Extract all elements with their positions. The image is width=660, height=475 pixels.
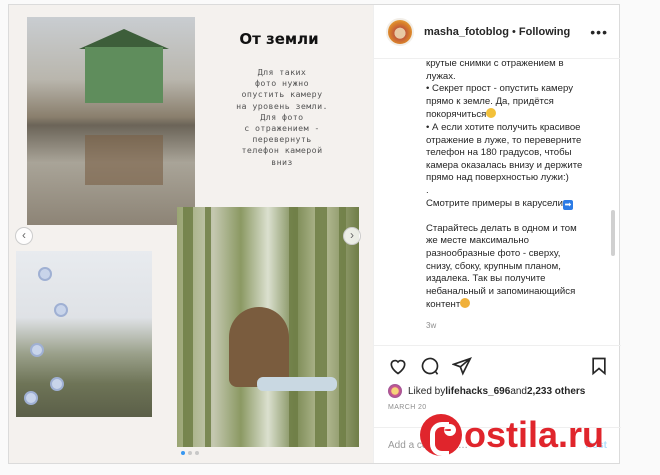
instagram-post: От земли Для таких фото нужно опустить к… <box>8 4 621 464</box>
caption-line: покорячиться <box>426 109 487 121</box>
caption-line-with-emoji: Смотрите примеры в карусели ➡ <box>426 198 604 211</box>
image-title: От земли <box>239 30 319 48</box>
carousel-next-button[interactable]: › <box>343 227 361 245</box>
watermark-logo-icon <box>420 414 462 456</box>
bamboo-stem <box>289 207 298 447</box>
carousel-dot <box>188 451 192 455</box>
flower-shape <box>30 343 44 357</box>
caption-line: же месте максимально <box>426 235 529 247</box>
caption-line: прямо над поверхностью лужи:) <box>426 172 569 184</box>
carousel-dot <box>195 451 199 455</box>
carousel-dot-active <box>181 451 185 455</box>
bamboo-stem <box>205 207 211 447</box>
carousel-indicator <box>181 451 199 455</box>
person-legs-shape <box>257 377 337 391</box>
page-frame: От земли Для таких фото нужно опустить к… <box>0 0 660 475</box>
carousel-prev-button[interactable]: ‹ <box>15 227 33 245</box>
watermark-logo-inner <box>444 424 456 436</box>
more-options-button[interactable]: ••• <box>590 24 608 40</box>
share-icon[interactable] <box>452 356 472 376</box>
caption-text: крутые снимки с отражением в лужах. • Се… <box>426 60 604 332</box>
post-date: MARCH 20 <box>388 404 427 411</box>
caption-line: камера оказалась внизу и держите <box>426 159 583 171</box>
heart-icon[interactable] <box>388 356 408 376</box>
image-caption-text: Для таких фото нужно опустить камеру на … <box>236 67 328 167</box>
right-arrow-emoji-icon: ➡ <box>562 199 573 210</box>
caption-line: отражение в луже, то переверните <box>426 134 582 146</box>
house-roof-shape <box>79 29 169 49</box>
caption-line: контент <box>426 299 461 311</box>
caption-line: • Секрет прост - опустить камеру <box>426 83 574 95</box>
likes-summary: Liked by lifehacks_696 and 2,233 others <box>388 384 609 398</box>
comment-icon[interactable] <box>420 356 440 376</box>
post-header: masha_fotoblog • Following ••• <box>374 5 620 59</box>
caption-scroll-area[interactable]: крутые снимки с отражением в лужах. • Се… <box>374 60 621 345</box>
clap-emoji-icon <box>460 298 471 309</box>
action-icons-row <box>388 354 609 378</box>
post-actions: Liked by lifehacks_696 and 2,233 others … <box>374 345 621 411</box>
flowers-photo <box>16 251 152 417</box>
post-side-panel: masha_fotoblog • Following ••• крутые сн… <box>373 5 621 463</box>
caption-line: прямо к земле. Да, придётся <box>426 95 554 107</box>
bamboo-forest-photo <box>177 207 359 447</box>
person-sitting-shape <box>229 307 289 387</box>
sweat-smile-emoji-icon <box>486 108 497 119</box>
comment-time-ago: 3w <box>426 320 437 330</box>
caption-line: издалека. Так вы получите <box>426 273 546 285</box>
bookmark-icon[interactable] <box>589 356 609 376</box>
header-separator: • <box>508 25 519 38</box>
caption-line: • А если хотите получить красивое <box>426 121 581 133</box>
caption-line: снизу, сбоку, крупным планом, <box>426 260 561 272</box>
reflection-house-photo <box>27 17 195 225</box>
caption-line: крутые снимки с отражением в <box>426 60 564 69</box>
liker-username-link[interactable]: lifehacks_696 <box>445 386 510 397</box>
watermark: ostila.ru <box>420 414 604 456</box>
house-reflection-shape <box>85 135 163 185</box>
user-info: masha_fotoblog • Following <box>424 26 570 38</box>
caption-scrollbar[interactable] <box>611 210 615 256</box>
bamboo-stem <box>315 207 327 447</box>
likes-prefix: Liked by <box>408 385 446 397</box>
flower-shape <box>54 303 68 317</box>
bamboo-stem <box>183 207 193 447</box>
user-avatar[interactable] <box>386 17 414 46</box>
likes-middle: and <box>510 385 527 397</box>
caption-line: лужах. <box>426 70 456 82</box>
caption-line: разнообразные фото - сверху, <box>426 247 561 259</box>
likes-others-link[interactable]: 2,233 others <box>527 386 585 397</box>
liker-avatar[interactable] <box>388 384 402 398</box>
caption-line-with-emoji: контент <box>426 298 604 312</box>
following-button[interactable]: Following <box>519 26 570 38</box>
caption-line: Старайтесь делать в одном и том <box>426 222 577 234</box>
caption-gap <box>426 210 604 223</box>
caption-line: телефон на 180 градусов, чтобы <box>426 147 572 159</box>
flower-shape <box>38 267 52 281</box>
caption-line-with-emoji: покорячиться <box>426 108 604 122</box>
watermark-text: ostila.ru <box>464 414 605 455</box>
flower-shape <box>50 377 64 391</box>
caption-line: Смотрите примеры в карусели <box>426 197 563 209</box>
post-media-carousel[interactable]: От земли Для таких фото нужно опустить к… <box>9 5 373 463</box>
flower-shape <box>24 391 38 405</box>
bamboo-stem <box>339 207 346 447</box>
caption-line: небанальный и запоминающийся <box>426 285 576 297</box>
caption-line: . <box>426 184 429 196</box>
username-link[interactable]: masha_fotoblog <box>424 26 509 38</box>
house-shape <box>85 47 163 103</box>
